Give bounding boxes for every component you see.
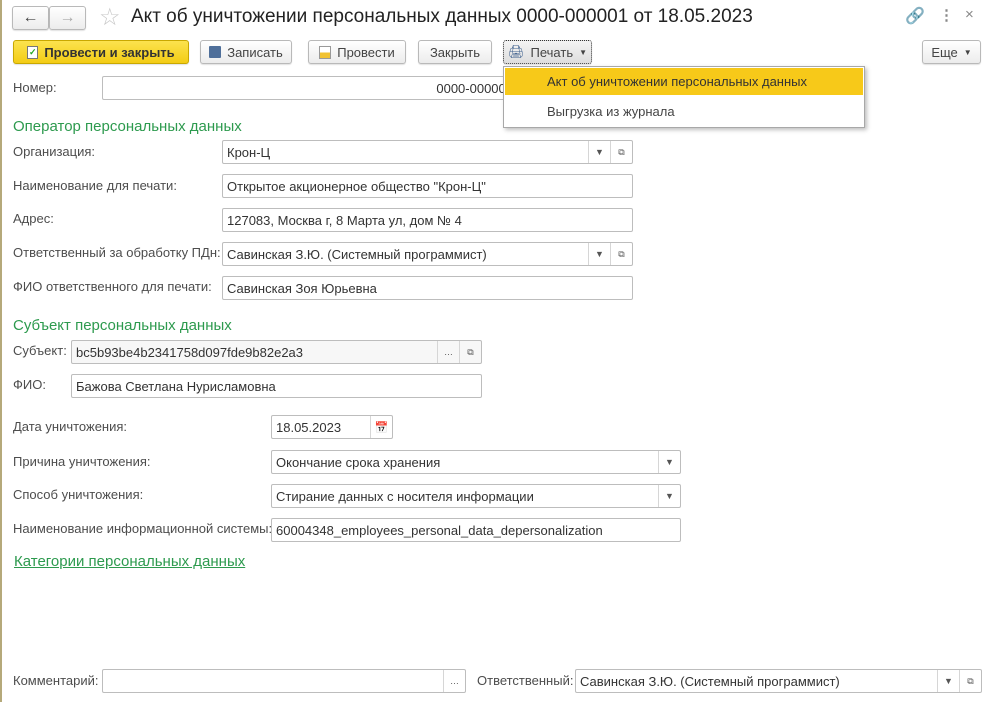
org-label: Организация: <box>13 144 96 159</box>
responsible-field[interactable]: Савинская З.Ю. (Системный программист) ▼ ⧉ <box>222 242 633 266</box>
address-label: Адрес: <box>13 211 54 226</box>
print-dropdown-menu: Акт об уничтожении персональных данных В… <box>503 66 865 128</box>
arrow-right-icon: → <box>59 9 76 26</box>
date-label: Дата уничтожения: <box>13 419 128 434</box>
chevron-down-icon: ▼ <box>579 47 588 57</box>
select-ellipsis-button[interactable]: … <box>437 341 459 363</box>
responsible-fio-field[interactable]: Савинская Зоя Юрьевна <box>222 276 633 300</box>
number-label: Номер: <box>13 80 57 95</box>
org-field[interactable]: Крон-Ц ▼ ⧉ <box>222 140 633 164</box>
fio-label: ФИО: <box>13 377 46 392</box>
footer-responsible-label: Ответственный: <box>477 673 574 688</box>
comment-label: Комментарий: <box>13 673 99 688</box>
open-icon[interactable]: ⧉ <box>610 141 632 163</box>
dropdown-button[interactable]: ▼ <box>937 670 959 692</box>
window-border <box>0 0 2 702</box>
reason-field[interactable]: Окончание срока хранения ▼ <box>271 450 681 474</box>
responsible-fio-label: ФИО ответственного для печати: <box>13 279 212 294</box>
arrow-left-icon: ← <box>22 9 39 26</box>
subject-label: Субъект: <box>13 343 67 358</box>
categories-link[interactable]: Категории персональных данных <box>14 553 245 570</box>
dropdown-button[interactable]: ▼ <box>658 451 680 473</box>
post-button[interactable]: Провести <box>308 40 406 64</box>
number-field[interactable]: 0000-000001 <box>102 76 522 100</box>
system-field[interactable]: 60004348_employees_personal_data_deperso… <box>271 518 681 542</box>
address-field[interactable]: 127083, Москва г, 8 Марта ул, дом № 4 <box>222 208 633 232</box>
subject-section-header: Субъект персональных данных <box>13 317 232 334</box>
open-icon[interactable]: ⧉ <box>610 243 632 265</box>
operator-section-header: Оператор персональных данных <box>13 118 242 135</box>
dropdown-button[interactable]: ▼ <box>588 243 610 265</box>
date-field[interactable]: 18.05.2023 📅 <box>271 415 393 439</box>
favorite-star-icon[interactable]: ☆ <box>99 3 121 32</box>
save-button[interactable]: Записать <box>200 40 292 64</box>
method-label: Способ уничтожения: <box>13 487 144 502</box>
reason-label: Причина уничтожения: <box>13 454 151 469</box>
forward-button[interactable]: → <box>49 6 86 30</box>
page-title: Акт об уничтожении персональных данных 0… <box>131 6 753 27</box>
post-document-icon <box>319 45 332 59</box>
responsible-label: Ответственный за обработку ПДн: <box>13 245 221 260</box>
method-field[interactable]: Стирание данных с носителя информации ▼ <box>271 484 681 508</box>
more-vert-icon[interactable]: ⋮ <box>939 6 954 24</box>
print-name-field[interactable]: Открытое акционерное общество "Крон-Ц" <box>222 174 633 198</box>
menu-item-journal-export[interactable]: Выгрузка из журнала <box>505 98 863 125</box>
footer-responsible-field[interactable]: Савинская З.Ю. (Системный программист) ▼ ⧉ <box>575 669 982 693</box>
dropdown-button[interactable]: ▼ <box>658 485 680 507</box>
calendar-icon[interactable]: 📅 <box>370 416 392 438</box>
printer-icon: 🖨 <box>507 44 525 59</box>
system-label: Наименование информационной системы: <box>13 521 273 536</box>
open-icon[interactable]: ⧉ <box>459 341 481 363</box>
post-and-close-button[interactable]: ✓ Провести и закрыть <box>13 40 189 64</box>
menu-item-destruction-act[interactable]: Акт об уничтожении персональных данных <box>505 68 863 95</box>
close-icon[interactable]: × <box>965 6 974 23</box>
subject-field[interactable]: bc5b93be4b2341758d097fde9b82e2a3… ⧉ <box>71 340 482 364</box>
document-check-icon: ✓ <box>27 45 39 59</box>
print-name-label: Наименование для печати: <box>13 178 177 193</box>
select-ellipsis-button[interactable]: … <box>443 670 465 692</box>
fio-field[interactable]: Бажова Светлана Нурисламовна <box>71 374 482 398</box>
back-button[interactable]: ← <box>12 6 49 30</box>
close-button[interactable]: Закрыть <box>418 40 492 64</box>
floppy-icon <box>209 46 222 58</box>
dropdown-button[interactable]: ▼ <box>588 141 610 163</box>
open-icon[interactable]: ⧉ <box>959 670 981 692</box>
comment-field[interactable]: … <box>102 669 466 693</box>
more-button[interactable]: Еще ▼ <box>922 40 981 64</box>
chevron-down-icon: ▼ <box>963 47 972 57</box>
link-icon[interactable]: 🔗 <box>905 6 925 26</box>
print-button[interactable]: 🖨 Печать ▼ <box>503 40 592 64</box>
